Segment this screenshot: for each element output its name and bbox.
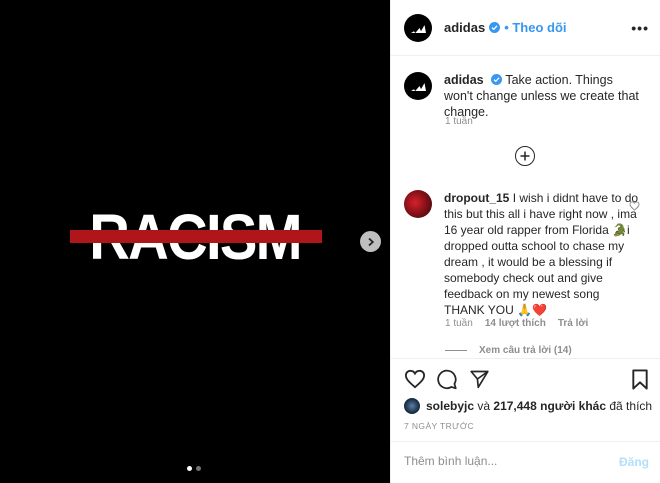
account-avatar[interactable] bbox=[404, 13, 432, 42]
carousel-dot-1 bbox=[187, 466, 192, 471]
liker-avatar[interactable] bbox=[404, 398, 420, 414]
comment-input[interactable] bbox=[404, 454, 604, 468]
view-replies-label: Xem câu trả lời (14) bbox=[479, 345, 572, 356]
like-button[interactable] bbox=[404, 369, 426, 392]
share-icon bbox=[470, 370, 489, 389]
heart-icon bbox=[629, 201, 640, 211]
likes-summary: solebyjc và 217,448 người khác đã thích bbox=[404, 398, 652, 414]
comment-icon bbox=[437, 369, 457, 390]
save-button[interactable] bbox=[631, 369, 649, 393]
carousel-indicator bbox=[187, 466, 201, 471]
heart-icon bbox=[404, 369, 426, 389]
caption-avatar[interactable] bbox=[404, 72, 432, 100]
follow-button[interactable]: • Theo dõi bbox=[504, 20, 566, 35]
carousel-next-button[interactable] bbox=[360, 231, 381, 252]
post-sidebar: adidas • Theo dõi ••• adidas Take action… bbox=[390, 0, 660, 483]
header-username[interactable]: adidas bbox=[444, 20, 485, 35]
verified-badge-icon bbox=[489, 22, 501, 33]
comment-text-block: dropout_15 I wish i didnt have to do thi… bbox=[444, 190, 639, 318]
likes-joiner: và bbox=[477, 399, 491, 413]
strike-bar bbox=[70, 230, 322, 243]
comment-text: I wish i didnt have to do this but this … bbox=[444, 191, 639, 317]
comment-meta: 1 tuần 14 lượt thích Trả lời bbox=[445, 318, 588, 329]
post-header: adidas • Theo dõi ••• bbox=[391, 0, 660, 56]
likes-count[interactable]: 217,448 người khác bbox=[493, 399, 606, 413]
view-replies-button[interactable]: Xem câu trả lời (14) bbox=[445, 345, 572, 356]
comment-likes[interactable]: 14 lượt thích bbox=[485, 318, 546, 329]
comment-time[interactable]: 1 tuần bbox=[445, 318, 473, 329]
comment-like-button[interactable] bbox=[629, 200, 640, 214]
comment-composer: Đăng bbox=[391, 441, 660, 483]
more-options-button[interactable]: ••• bbox=[631, 20, 649, 36]
post-caption: adidas Take action. Things won't change … bbox=[404, 72, 654, 120]
carousel-dot-2 bbox=[196, 466, 201, 471]
share-button[interactable] bbox=[469, 369, 490, 392]
plus-circle-icon bbox=[520, 151, 530, 161]
adidas-logo-icon bbox=[411, 24, 426, 33]
load-more-comments-button[interactable] bbox=[515, 146, 535, 166]
caption-text-block: adidas Take action. Things won't change … bbox=[444, 72, 644, 120]
follow-label: Theo dõi bbox=[512, 20, 567, 35]
likes-suffix: đã thích bbox=[609, 399, 653, 413]
action-bar bbox=[391, 358, 660, 398]
comment-item: dropout_15 I wish i didnt have to do thi… bbox=[404, 190, 654, 318]
chevron-right-icon bbox=[367, 237, 374, 246]
adidas-logo-icon bbox=[411, 83, 426, 91]
first-liker[interactable]: solebyjc bbox=[426, 399, 474, 413]
caption-username[interactable]: adidas bbox=[444, 73, 484, 87]
reply-button[interactable]: Trả lời bbox=[558, 318, 588, 329]
post-comment-button[interactable]: Đăng bbox=[619, 455, 649, 469]
media-image: RACISM bbox=[70, 195, 322, 285]
comment-username[interactable]: dropout_15 bbox=[444, 191, 509, 205]
comment-button[interactable] bbox=[436, 369, 458, 393]
post-date[interactable]: 7 NGÀY TRƯỚC bbox=[404, 421, 474, 431]
replies-divider bbox=[445, 350, 467, 351]
caption-time[interactable]: 1 tuần bbox=[445, 116, 473, 127]
post-media[interactable]: RACISM bbox=[0, 0, 390, 483]
verified-badge-icon bbox=[491, 74, 503, 85]
bookmark-icon bbox=[632, 369, 648, 390]
comment-avatar[interactable] bbox=[404, 190, 432, 218]
